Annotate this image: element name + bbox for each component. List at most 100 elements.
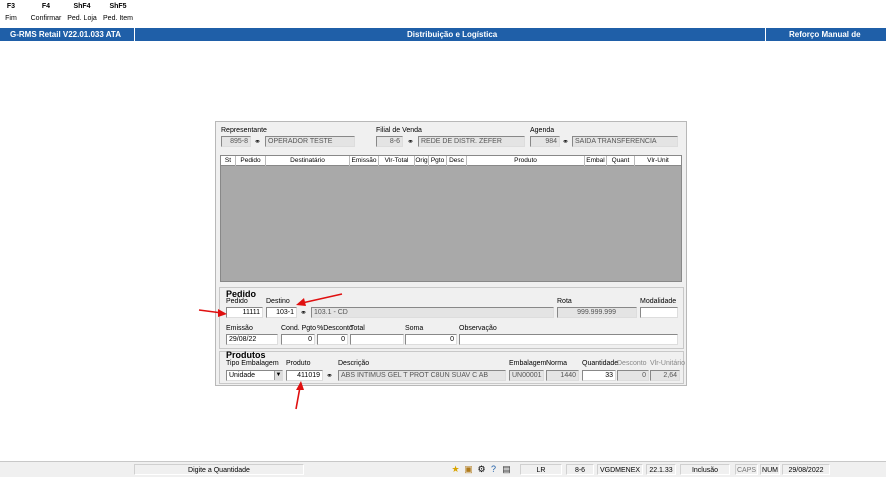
tipo-embalagem-label: Tipo Embalagem <box>226 360 279 367</box>
status-user: VGDMENEX <box>597 464 643 475</box>
norma-field: 1440 <box>546 370 579 381</box>
cond-pgto-input[interactable]: 0 <box>281 334 315 345</box>
confirmar-button[interactable]: F4 Confirmar <box>30 3 62 22</box>
agenda-code-field[interactable]: 984 <box>530 136 560 147</box>
emissao-input[interactable]: 29/08/22 <box>226 334 278 345</box>
help-icon[interactable]: ? <box>488 464 499 475</box>
emissao-label: Emissão <box>226 325 253 332</box>
chevron-down-icon[interactable]: ▼ <box>274 371 282 380</box>
embalagem-label: Embalagem <box>509 360 547 367</box>
title-separator <box>765 28 766 41</box>
status-caps: CAPS <box>735 464 758 475</box>
status-mode: LR <box>520 464 562 475</box>
col-destinatario[interactable]: Destinatário <box>266 156 350 166</box>
pedido-label: Pedido <box>226 298 248 305</box>
total-input[interactable] <box>350 334 404 345</box>
rota-label: Rota <box>557 298 572 305</box>
descricao-field: ABS INTIMUS GEL T PROT C8UN SUAV C AB <box>338 370 506 381</box>
folder-icon[interactable]: ▣ <box>463 464 474 475</box>
col-quant[interactable]: Quant <box>607 156 635 166</box>
filial-code-field[interactable]: 8-6 <box>376 136 403 147</box>
destino-label: Destino <box>266 298 290 305</box>
produtos-title: Produtos <box>226 350 266 360</box>
representante-label: Representante <box>221 127 267 134</box>
modalidade-input[interactable] <box>640 307 678 318</box>
destino-input[interactable]: 103-1 <box>266 307 297 318</box>
embalagem-field: UN00001 <box>509 370 544 381</box>
status-filial: 8-6 <box>566 464 594 475</box>
screen-title: Reforço Manual de Pedido <box>789 30 861 52</box>
module-title: Distribuição e Logística <box>407 30 498 39</box>
col-st[interactable]: St <box>221 156 236 166</box>
clipboard-icon[interactable]: ▤ <box>501 464 512 475</box>
status-bar: Digite a Quantidade ★ ▣ ⚙ ? ▤ LR 8-6 VGD… <box>0 461 886 477</box>
binoculars-icon[interactable]: ⚭ <box>560 136 571 147</box>
title-bar: G-RMS Retail V22.01.033 ATA Distribuição… <box>0 28 886 52</box>
desconto-input[interactable]: 0 <box>317 334 348 345</box>
status-version: 22.1.33 <box>646 464 676 475</box>
fim-label: Fim <box>5 15 17 22</box>
observacao-input[interactable] <box>459 334 678 345</box>
rota-field: 999.999.999 <box>557 307 637 318</box>
app-title: G-RMS Retail V22.01.033 ATA <box>10 30 121 39</box>
order-panel: Representante 895-8 ⚭ OPERADOR TESTE Fil… <box>215 121 687 386</box>
col-pgto[interactable]: Pgto <box>429 156 447 166</box>
toolbar: F3 Fim F4 Confirmar ShF4 Ped. Loja ShF5 … <box>0 0 886 28</box>
binoculars-icon[interactable]: ⚭ <box>252 136 263 147</box>
tipo-embalagem-select[interactable]: Unidade ▼ <box>226 370 283 381</box>
filial-label: Filial de Venda <box>376 127 422 134</box>
grid-header: St Pedido Destinatário Emissão Vlr-Total… <box>221 156 681 166</box>
fim-button[interactable]: F3 Fim <box>4 3 18 22</box>
col-vlr-unit[interactable]: Vlr-Unit <box>635 156 681 166</box>
desconto-label: %Desconto <box>317 325 353 332</box>
col-pedido[interactable]: Pedido <box>236 156 266 166</box>
ped-item-key: ShF5 <box>109 3 127 10</box>
ped-loja-label: Ped. Loja <box>67 15 97 22</box>
status-date: 29/08/2022 <box>782 464 830 475</box>
filial-name-field: REDE DE DISTR. ZEFER <box>418 136 525 147</box>
ped-loja-button[interactable]: ShF4 Ped. Loja <box>66 3 98 22</box>
col-embal[interactable]: Embal <box>585 156 607 166</box>
ped-item-label: Ped. Item <box>103 15 133 22</box>
pedido-input[interactable]: 11111 <box>226 307 263 318</box>
col-desc[interactable]: Desc <box>447 156 467 166</box>
destino-name-field: 103.1 - CD <box>311 307 554 318</box>
agenda-name-field: SAIDA TRANSFERENCIA <box>572 136 678 147</box>
observacao-label: Observação <box>459 325 497 332</box>
orders-grid[interactable]: St Pedido Destinatário Emissão Vlr-Total… <box>220 155 682 282</box>
produto-input[interactable]: 411019 <box>286 370 323 381</box>
desconto-produto-field: 0 <box>617 370 649 381</box>
cond-pgto-label: Cond. Pgto <box>281 325 317 332</box>
binoculars-icon[interactable]: ⚭ <box>405 136 416 147</box>
vlr-unitario-label: Vlr-Unitário <box>650 360 686 367</box>
col-vlr-total[interactable]: Vlr-Total <box>379 156 415 166</box>
norma-label: Norma <box>546 360 568 367</box>
quantidade-label: Quantidade <box>582 360 619 367</box>
status-message: Digite a Quantidade <box>134 464 304 475</box>
quantidade-input[interactable]: 33 <box>582 370 616 381</box>
agenda-label: Agenda <box>530 127 555 134</box>
status-action: Inclusão <box>680 464 730 475</box>
confirmar-label: Confirmar <box>30 15 62 22</box>
title-separator <box>134 28 135 41</box>
status-num: NUM <box>760 464 780 475</box>
vlr-unitario-field: 2,64 <box>650 370 680 381</box>
col-emissao[interactable]: Emissão <box>350 156 379 166</box>
col-orig[interactable]: Orig <box>415 156 429 166</box>
gear-icon[interactable]: ⚙ <box>476 464 487 475</box>
star-icon[interactable]: ★ <box>450 464 461 475</box>
binoculars-icon[interactable]: ⚭ <box>298 307 309 318</box>
soma-label: Soma <box>405 325 424 332</box>
representante-code-field[interactable]: 895-8 <box>221 136 251 147</box>
ped-item-button[interactable]: ShF5 Ped. Item <box>102 3 134 22</box>
total-label: Total <box>350 325 365 332</box>
fim-key: F3 <box>6 3 16 10</box>
modalidade-label: Modalidade <box>640 298 677 305</box>
ped-loja-key: ShF4 <box>73 3 91 10</box>
binoculars-icon[interactable]: ⚭ <box>324 370 335 381</box>
representante-name-field: OPERADOR TESTE <box>265 136 355 147</box>
col-produto[interactable]: Produto <box>467 156 585 166</box>
soma-input[interactable]: 0 <box>405 334 457 345</box>
desconto-produto-label: Desconto <box>617 360 647 367</box>
descricao-label: Descrição <box>338 360 370 367</box>
